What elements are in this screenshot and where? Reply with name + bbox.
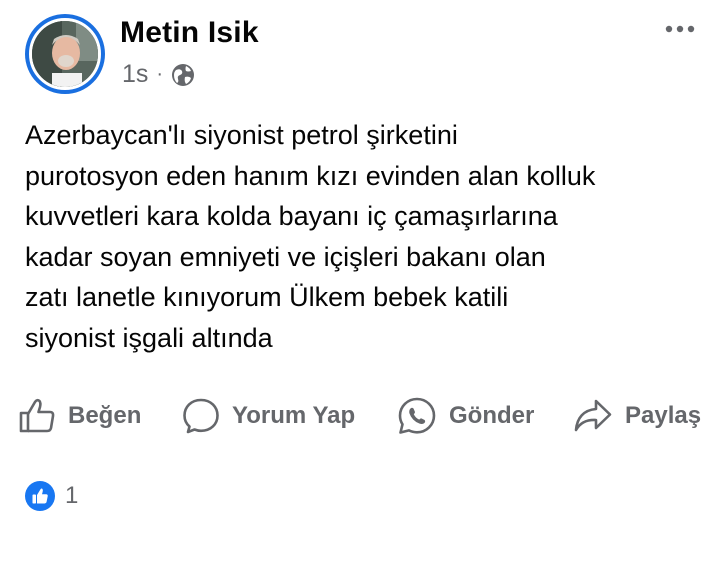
comment-icon	[183, 398, 219, 434]
comment-button[interactable]: Yorum Yap	[182, 392, 355, 440]
thumbs-up-icon	[19, 398, 55, 433]
whatsapp-icon	[398, 397, 436, 434]
globe-icon	[171, 63, 195, 87]
avatar-photo	[29, 18, 101, 90]
like-label: Beğen	[68, 402, 142, 429]
comment-label: Yorum Yap	[232, 402, 356, 429]
share-button[interactable]: Paylaş	[573, 392, 701, 440]
send-button[interactable]: Gönder	[397, 392, 534, 440]
share-label: Paylaş	[625, 402, 702, 429]
share-arrow-icon	[574, 399, 612, 432]
post-text-line: kadar soyan emniyeti ve içişleri bakanı …	[25, 241, 546, 272]
more-options-icon[interactable]	[664, 22, 696, 34]
post-text-line: purotosyon eden hanım kızı evinden alan …	[25, 160, 596, 191]
like-reaction-icon	[25, 481, 55, 511]
meta-separator: ·	[156, 63, 164, 85]
author-avatar[interactable]	[25, 14, 105, 94]
post-timestamp[interactable]: 1s	[122, 60, 148, 89]
post-meta: 1s ·	[122, 60, 195, 89]
post-text-line: kuvvetleri kara kolda bayanı iç çamaşırl…	[25, 201, 558, 231]
like-button[interactable]: Beğen	[18, 392, 141, 440]
send-label: Gönder	[449, 402, 535, 429]
post-text-line: zatı lanetle kınıyorum Ülkem bebek katil…	[25, 282, 509, 312]
author-name[interactable]: Metin Isik	[120, 16, 259, 50]
reaction-count: 1	[65, 482, 79, 509]
post-card: Metin Isik 1s · Azerbaycan'lı siyonist p…	[0, 0, 720, 567]
reactions-summary[interactable]: 1	[25, 481, 78, 511]
post-text-line: Azerbaycan'lı siyonist petrol şirketini	[25, 120, 458, 150]
post-text-line: siyonist işgali altında	[25, 322, 273, 353]
post-text: Azerbaycan'lı siyonist petrol şirketini …	[25, 115, 705, 358]
action-bar: Beğen Yorum Yap Gönder Paylaş	[0, 392, 720, 440]
